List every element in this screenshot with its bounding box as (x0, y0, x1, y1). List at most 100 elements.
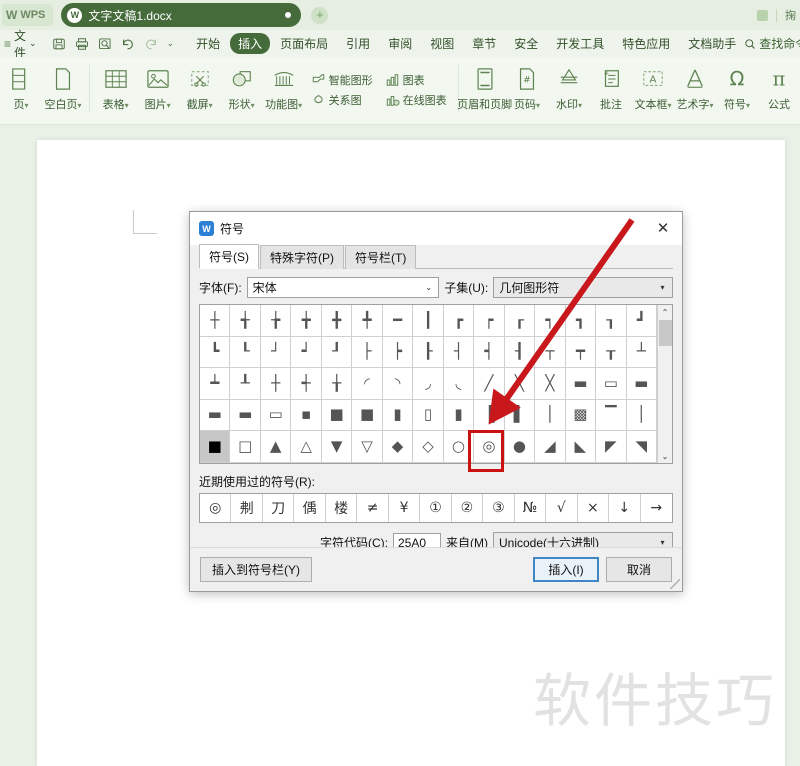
recent-symbol-cell[interactable]: ② (452, 494, 484, 522)
symbol-cell[interactable]: ┼ (200, 305, 231, 337)
symbol-cell[interactable]: ┽ (291, 368, 322, 400)
symbol-cell[interactable]: ● (504, 431, 536, 463)
symbol-cell[interactable]: │ (626, 399, 657, 431)
symbol-cell[interactable]: ◥ (626, 431, 657, 463)
symbol-cell[interactable]: ┛ (626, 305, 657, 337)
resize-grip[interactable] (670, 579, 680, 589)
symbol-cell[interactable]: ╈ (291, 305, 322, 337)
symbol-cell[interactable]: ━ (382, 305, 414, 337)
symbol-cell[interactable]: △ (291, 431, 322, 463)
symbol-cell[interactable]: ┯ (565, 336, 597, 368)
symbol-cell[interactable]: ┷ (200, 368, 231, 400)
symbol-cell[interactable]: ▲ (260, 431, 292, 463)
file-menu-button[interactable]: ≡ 文件 ⌄ (0, 27, 44, 61)
tab-文档助手[interactable]: 文档助手 (680, 33, 744, 54)
symbol-cell[interactable]: ▬ (200, 399, 231, 431)
symbol-cell[interactable]: ◞ (413, 368, 444, 400)
symbol-cell[interactable]: ▮ (382, 399, 414, 431)
symbol-cell[interactable]: ▬ (230, 399, 261, 431)
recent-symbol-cell[interactable]: ≠ (357, 494, 389, 522)
ribbon-button-空白页[interactable]: 空白页▾ (42, 61, 84, 112)
scroll-up-icon[interactable]: ⌃ (658, 305, 673, 319)
dialog-tab-特殊字符[interactable]: 特殊字符(P) (260, 245, 344, 269)
ribbon-button-关系图[interactable]: 关系图 (308, 90, 376, 110)
ribbon-button-页码[interactable]: # 页码▾ (506, 61, 548, 112)
recent-symbol-cell[interactable]: √ (546, 494, 578, 522)
print-icon[interactable] (75, 37, 89, 51)
ribbon-button-形状[interactable]: 形状▾ (221, 61, 263, 112)
symbol-cell[interactable]: ┥ (474, 336, 505, 368)
scroll-down-icon[interactable]: ⌄ (658, 449, 673, 463)
dialog-tab-符号[interactable]: 符号(S) (199, 244, 259, 269)
symbol-cell[interactable]: ■ (352, 399, 383, 431)
recent-symbol-cell[interactable]: № (515, 494, 547, 522)
symbol-cell[interactable]: ╆ (260, 305, 292, 337)
symbol-grid[interactable]: ┼ ╅ ╆ ╈ ╋ ╇ ━ ┃ ┏ ┍ ┎ ┑ ┓ ┒ ┛ ┗ ┖ ┘ ┙ ┚ ├ ┝ ┠ ┤ ┥ ┨ ┬ ┯ ┰ ┴ ┷ ┸ ┼ ┽ ╁ ◜ ◝ ◞ ◟ ╱… (200, 305, 657, 463)
symbol-cell[interactable]: ┍ (474, 305, 505, 337)
symbol-cell[interactable]: ┑ (535, 305, 566, 337)
symbol-cell[interactable]: □ (230, 431, 261, 463)
title-search-hint[interactable]: 掬 (785, 7, 796, 23)
symbol-cell[interactable]: ◤ (596, 431, 627, 463)
ribbon-button-图片[interactable]: 图片▾ (137, 61, 179, 112)
ribbon-button-表格[interactable]: 表格▾ (95, 61, 137, 112)
tab-审阅[interactable]: 审阅 (380, 33, 420, 54)
symbol-cell[interactable]: ┬ (535, 336, 566, 368)
recent-symbol-cell[interactable]: → (641, 494, 672, 522)
symbol-cell[interactable]: ┠ (413, 336, 444, 368)
new-tab-button[interactable]: + (311, 6, 329, 24)
redo-icon[interactable] (144, 37, 158, 51)
symbol-cell[interactable]: ▔ (596, 399, 627, 431)
symbol-cell[interactable]: ▼ (321, 431, 353, 463)
symbol-cell[interactable]: ┓ (565, 305, 597, 337)
symbol-cell[interactable]: ▽ (352, 431, 383, 463)
tab-页面布局[interactable]: 页面布局 (272, 33, 336, 54)
ribbon-button-图表[interactable]: 图表 (382, 70, 450, 90)
symbol-cell[interactable]: ▬ (626, 368, 657, 400)
symbol-cell[interactable]: ┃ (413, 305, 444, 337)
ribbon-button-符号[interactable]: Ω 符号▾ (716, 61, 758, 112)
symbol-cell[interactable]: ┒ (596, 305, 627, 337)
recent-symbol-cell[interactable]: ¥ (389, 494, 421, 522)
symbol-cell[interactable]: ┗ (200, 336, 231, 368)
document-tab[interactable]: W 文字文稿1.docx (61, 3, 302, 27)
symbol-cell[interactable]: ┨ (504, 336, 536, 368)
symbol-cell[interactable]: ▭ (260, 399, 292, 431)
symbol-cell[interactable]: ▬ (565, 368, 597, 400)
symbol-cell[interactable]: ┝ (382, 336, 414, 368)
subset-combo[interactable]: 几何图形符 ▾ (493, 277, 673, 298)
tab-特色应用[interactable]: 特色应用 (614, 33, 678, 54)
scrollbar-thumb[interactable] (658, 320, 672, 346)
save-icon[interactable] (52, 37, 66, 51)
symbol-cell[interactable]: ┰ (596, 336, 627, 368)
tab-插入[interactable]: 插入 (230, 33, 271, 54)
symbol-cell[interactable]: ■ (321, 399, 353, 431)
tab-开发工具[interactable]: 开发工具 (548, 33, 612, 54)
tab-引用[interactable]: 引用 (338, 33, 378, 54)
cancel-button[interactable]: 取消 (606, 557, 672, 582)
symbol-cell[interactable]: ◝ (382, 368, 414, 400)
close-icon[interactable]: ✕ (650, 217, 676, 241)
recent-symbol-cell[interactable]: 偊 (294, 494, 326, 522)
ribbon-button-批注[interactable]: ✳ 批注 (590, 61, 632, 112)
ribbon-button-文本框[interactable]: A 文本框▾ (632, 61, 674, 112)
symbol-cell[interactable]: ◢ (535, 431, 566, 463)
symbol-cell[interactable]: ▪ (291, 399, 322, 431)
recent-symbol-cell[interactable]: ◎ (200, 494, 232, 522)
font-combo[interactable]: 宋体 ⌄ (246, 277, 440, 298)
symbol-cell[interactable]: ┤ (443, 336, 475, 368)
recent-symbol-cell[interactable]: ↓ (609, 494, 641, 522)
recent-symbol-cell[interactable]: ③ (483, 494, 515, 522)
cloud-docs-icon[interactable] (757, 9, 768, 21)
ribbon-button-页眉和页脚[interactable]: 页眉和页脚 (457, 61, 512, 112)
recent-symbol-cell[interactable]: 刀 (263, 494, 295, 522)
symbol-cell[interactable]: ▭ (596, 368, 627, 400)
symbol-cell[interactable]: ◣ (565, 431, 597, 463)
symbol-cell[interactable]: ├ (352, 336, 383, 368)
symbol-cell[interactable]: ┸ (230, 368, 261, 400)
ribbon-button-艺术字[interactable]: 艺术字▾ (674, 61, 716, 112)
dialog-tab-符号栏[interactable]: 符号栏(T) (345, 245, 417, 269)
symbol-cell[interactable]: ╁ (321, 368, 353, 400)
symbol-cell[interactable]: ╱ (474, 368, 505, 400)
symbol-cell[interactable]: ▯ (413, 399, 444, 431)
